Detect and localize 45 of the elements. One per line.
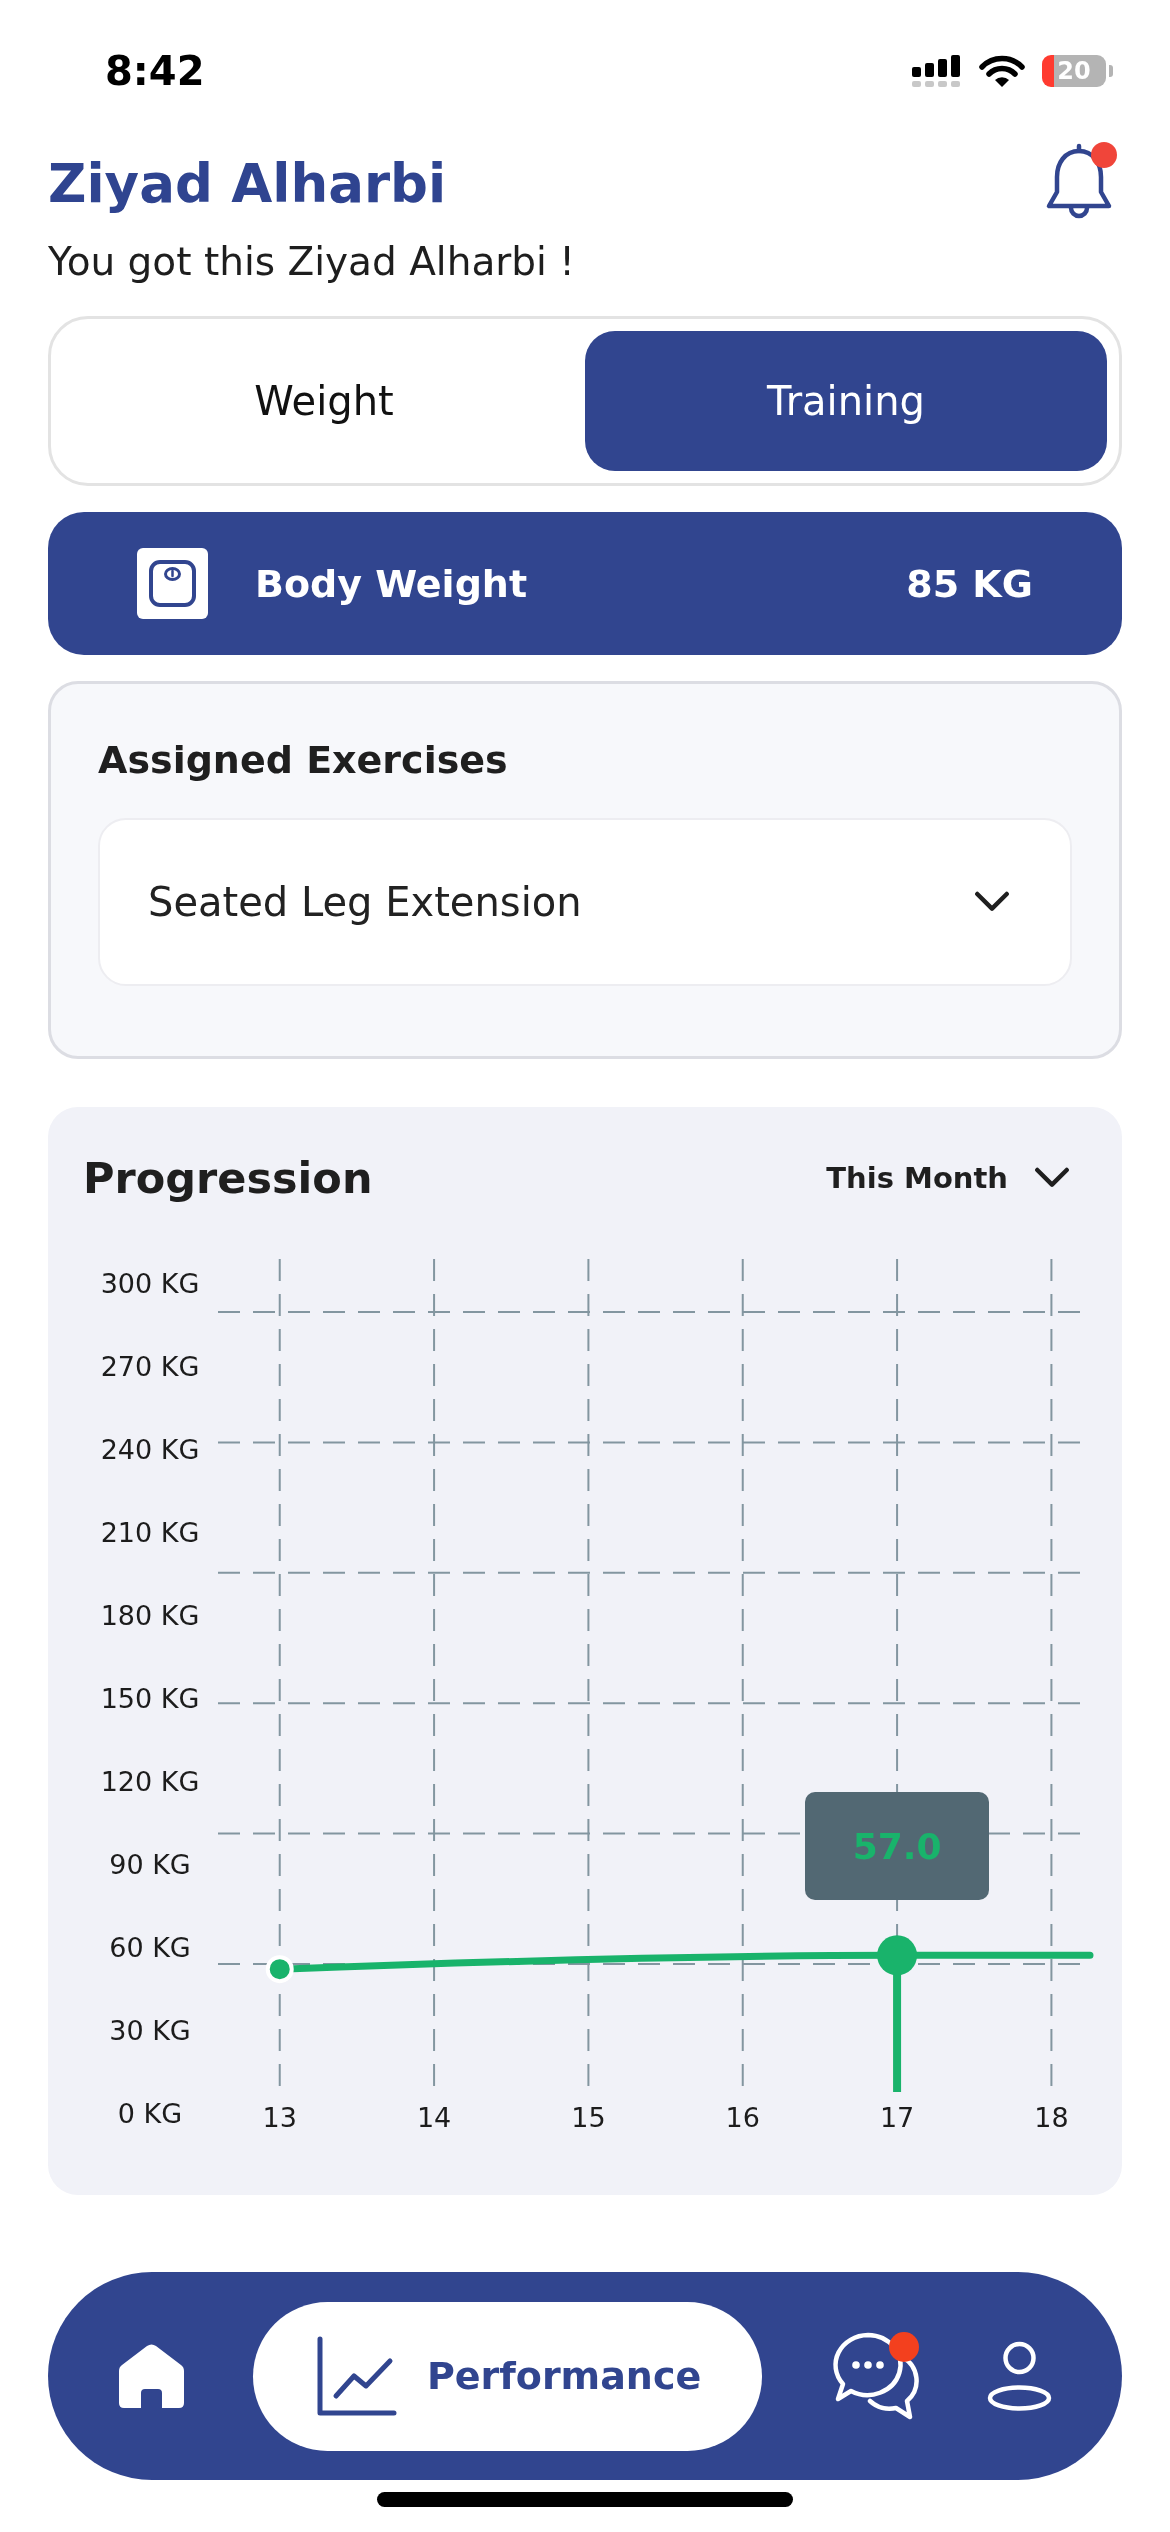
y-axis-label: 270 KG [100, 1350, 200, 1382]
line-chart-icon [315, 2335, 397, 2417]
x-axis-label: 15 [571, 2101, 606, 2133]
chart-title: Progression [83, 1153, 373, 1203]
x-axis-label: 14 [416, 2101, 452, 2133]
segment-tab[interactable]: Training [585, 331, 1107, 471]
y-axis-label: 300 KG [100, 1267, 200, 1299]
y-axis-label: 60 KG [109, 1931, 191, 1963]
x-axis-label: 16 [725, 2101, 760, 2133]
y-axis-label: 210 KG [100, 1516, 200, 1548]
data-point[interactable] [265, 1955, 294, 1984]
greeting-text: You got this Ziyad Alharbi ! [48, 238, 576, 286]
profile-tab[interactable] [986, 2341, 1052, 2411]
chat-bubbles-icon [830, 2331, 920, 2421]
y-axis-label: 90 KG [109, 1848, 191, 1880]
segment-tab[interactable]: Weight [63, 331, 585, 471]
battery-level: 20 [1042, 55, 1106, 87]
x-axis-label: 13 [262, 2101, 297, 2133]
user-icon [986, 2341, 1052, 2411]
wifi-icon [979, 54, 1025, 88]
home-icon [118, 2343, 185, 2409]
battery-tip-icon [1109, 65, 1113, 77]
x-axis-label: 17 [879, 2101, 915, 2133]
performance-tab[interactable]: Performance [252, 2301, 763, 2451]
scale-icon [137, 548, 208, 619]
home-tab[interactable] [118, 2343, 185, 2409]
y-axis-label: 30 KG [109, 2014, 191, 2046]
user-name-title: Ziyad Alharbi [48, 152, 447, 216]
signal-icon [912, 55, 962, 87]
status-time: 8:42 [105, 48, 205, 94]
y-axis-label: 150 KG [100, 1682, 200, 1714]
chevron-down-icon [1034, 1167, 1070, 1189]
body-weight-label: Body Weight [255, 561, 528, 606]
y-axis-label: 120 KG [100, 1765, 200, 1797]
y-axis-label: 240 KG [100, 1433, 200, 1465]
y-axis-label: 0 KG [117, 2097, 183, 2129]
messages-tab[interactable] [830, 2331, 920, 2421]
period-select[interactable]: This Month [826, 1161, 1070, 1195]
chevron-down-icon [974, 891, 1010, 913]
y-axis-label: 180 KG [100, 1599, 200, 1631]
value-tooltip: 57.0 [805, 1792, 990, 1901]
section-title: Assigned Exercises [98, 737, 509, 783]
x-axis-label: 18 [1034, 2101, 1069, 2133]
exercise-select[interactable]: Seated Leg Extension [98, 818, 1072, 986]
body-weight-value: 85 KG [906, 561, 1033, 606]
